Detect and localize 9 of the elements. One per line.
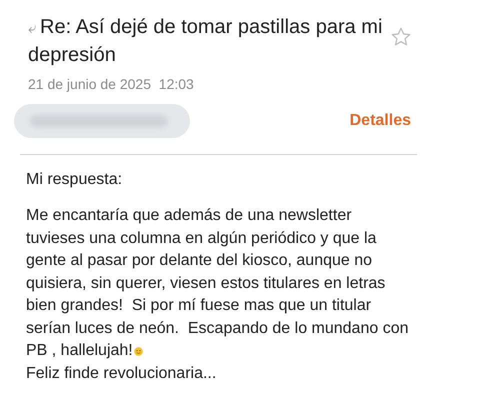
intro-text: Mi respuesta: (26, 170, 124, 190)
message-body: Me encantaría que además de una newsletter tuvieses una columna en algún periódico y que la gente al pasar por delante del kiosco, aunque no quisiera, sin querer, viesen estos titulares en letras bien grandes! Si por mí fuese mas que un titular serían luces de neón. Escapando de lo mundano con PB , hallelujah! Feliz finde revolucionaria... (26, 206, 410, 384)
email-subject: ⤶ Re: Así dejé de tomar pastillas para mi depresión (28, 15, 384, 68)
smiley-icon (134, 347, 143, 356)
reply-icon: ⤶ (28, 20, 36, 37)
sender-chip[interactable] (14, 104, 190, 138)
star-icon[interactable] (390, 26, 412, 48)
message-date: 21 de junio de 2025 12:03 (27, 76, 195, 92)
details-link[interactable]: Detalles (350, 112, 411, 130)
